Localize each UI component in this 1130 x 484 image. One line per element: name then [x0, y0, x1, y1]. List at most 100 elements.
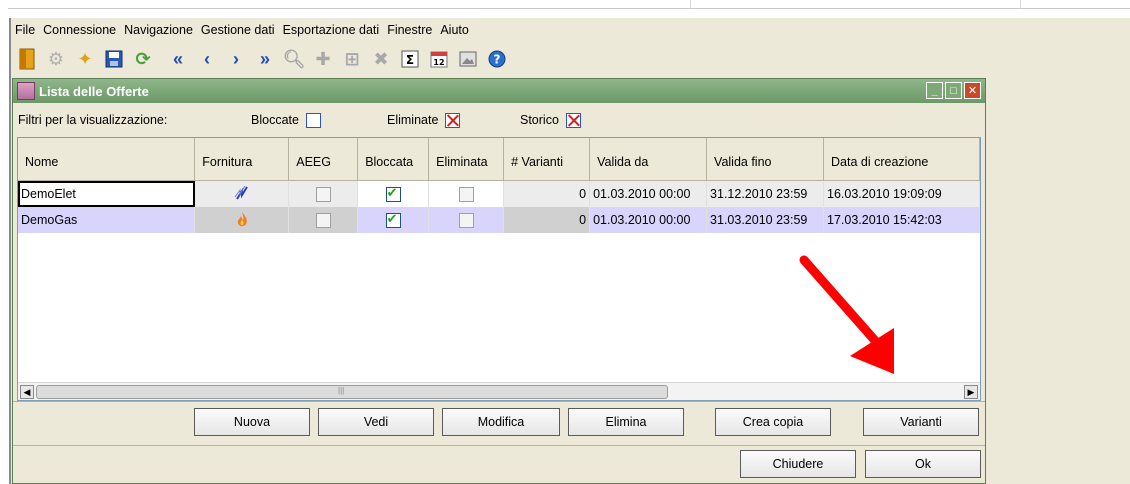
menu-aiuto[interactable]: Aiuto: [440, 23, 469, 37]
cell-varianti[interactable]: 0: [503, 180, 591, 207]
nuova-button[interactable]: Nuova: [194, 408, 310, 436]
column-header-nome[interactable]: Nome: [18, 138, 196, 181]
column-header-bloccata[interactable]: Bloccata: [357, 138, 430, 181]
first-icon[interactable]: «: [166, 47, 190, 71]
varianti-button[interactable]: Varianti: [863, 408, 979, 436]
cell-aeeg[interactable]: [288, 207, 359, 233]
cell-aeeg[interactable]: [288, 180, 359, 207]
cell-data-creazione[interactable]: 16.03.2010 19:09:09: [823, 180, 980, 207]
scrollbar-thumb[interactable]: [36, 385, 668, 399]
scroll-left-icon[interactable]: ◀: [20, 385, 34, 399]
filter-bloccate-checkbox[interactable]: [305, 112, 321, 128]
gas-flame-icon: [194, 207, 290, 233]
menu-connessione[interactable]: Connessione: [43, 23, 116, 37]
cell-bloccata[interactable]: [357, 207, 430, 233]
cell-eliminata[interactable]: [428, 207, 505, 233]
filter-eliminate-label: Eliminate: [387, 113, 439, 127]
eliminata-checkbox[interactable]: [458, 212, 474, 228]
filter-storico[interactable]: Storico: [520, 112, 581, 128]
menu-navigazione[interactable]: Navigazione: [124, 23, 193, 37]
connect-icon[interactable]: ⚙: [44, 47, 68, 71]
window-title: Lista delle Offerte: [39, 83, 149, 99]
ok-button[interactable]: Ok: [865, 450, 981, 478]
cell-valida-da[interactable]: 01.03.2010 00:00: [589, 180, 708, 207]
bloccata-checkbox[interactable]: [385, 211, 401, 228]
elimina-button[interactable]: Elimina: [568, 408, 684, 436]
calendar-icon[interactable]: 12: [427, 47, 451, 71]
dialog-buttons-row: Chiudere Ok: [13, 445, 985, 484]
image-icon[interactable]: [456, 47, 480, 71]
filter-storico-checkbox[interactable]: [565, 112, 581, 128]
menu-esportazione-dati[interactable]: Esportazione dati: [283, 23, 380, 37]
sum-icon[interactable]: Σ: [398, 47, 422, 71]
next-icon[interactable]: ›: [224, 47, 248, 71]
aeeg-checkbox[interactable]: [315, 212, 331, 228]
horizontal-scrollbar[interactable]: ◀ ||| ▶: [18, 382, 980, 400]
cell-valida-fino[interactable]: 31.03.2010 23:59: [706, 207, 825, 233]
filter-bloccate-label: Bloccate: [251, 113, 299, 127]
maximize-button[interactable]: □: [945, 82, 962, 99]
bloccata-checkbox[interactable]: [385, 185, 401, 202]
cell-valida-fino[interactable]: 31.12.2010 23:59: [706, 180, 825, 207]
filters-label: Filtri per la visualizzazione:: [18, 113, 168, 127]
cell-nome[interactable]: DemoElet: [18, 180, 196, 207]
table-row[interactable]: DemoGas 0 01.03.2010 00:00 31.03.2010 23…: [18, 207, 980, 233]
last-icon[interactable]: »: [253, 47, 277, 71]
exit-icon[interactable]: [15, 47, 39, 71]
column-header-fornitura[interactable]: Fornitura: [194, 138, 290, 181]
table-row[interactable]: DemoElet 0 01.03.2010 00:00 31.12.2010 2…: [18, 180, 980, 207]
modifica-button[interactable]: Modifica: [442, 408, 560, 436]
cell-data-creazione[interactable]: 17.03.2010 15:42:03: [823, 207, 980, 233]
cell-valida-da[interactable]: 01.03.2010 00:00: [589, 207, 708, 233]
plugin-icon[interactable]: ✦: [73, 47, 97, 71]
help-icon[interactable]: ?: [485, 47, 509, 71]
menu-finestre[interactable]: Finestre: [387, 23, 432, 37]
save-icon[interactable]: [102, 47, 126, 71]
filters-bar: Filtri per la visualizzazione: Bloccate …: [13, 105, 985, 135]
scroll-right-icon[interactable]: ▶: [964, 385, 978, 399]
cell-varianti[interactable]: 0: [503, 207, 591, 233]
crea-copia-button[interactable]: Crea copia: [715, 408, 831, 436]
application-window: File Connessione Navigazione Gestione da…: [9, 18, 1130, 484]
cell-nome[interactable]: DemoGas: [18, 207, 196, 233]
toolbar: ⚙ ✦ ⟳ « ‹ › » 🔍︎ ✚ ⊞ ✖ Σ 12 ?: [11, 44, 1130, 74]
close-button[interactable]: ✕: [964, 82, 981, 99]
chiudere-button[interactable]: Chiudere: [740, 450, 856, 478]
svg-text:12: 12: [433, 58, 444, 67]
column-header-valida-da[interactable]: Valida da: [589, 138, 708, 181]
filter-eliminate-checkbox[interactable]: [445, 112, 461, 128]
refresh-icon[interactable]: ⟳: [131, 47, 155, 71]
window-title-bar[interactable]: Lista delle Offerte _ □ ✕: [13, 79, 985, 103]
column-header-data-creazione[interactable]: Data di creazione: [823, 138, 980, 181]
electricity-icon: [194, 180, 290, 207]
menu-gestione-dati[interactable]: Gestione dati: [201, 23, 275, 37]
column-header-eliminata[interactable]: Eliminata: [428, 138, 505, 181]
annotation-arrow: [799, 255, 894, 374]
delete-icon[interactable]: ✖: [369, 47, 393, 71]
minimize-button[interactable]: _: [926, 82, 943, 99]
search-icon[interactable]: 🔍︎: [282, 47, 306, 71]
merge-icon[interactable]: ⊞: [340, 47, 364, 71]
menu-file[interactable]: File: [15, 23, 35, 37]
aeeg-checkbox[interactable]: [315, 186, 331, 202]
previous-icon[interactable]: ‹: [195, 47, 219, 71]
filter-bloccate[interactable]: Bloccate: [251, 112, 321, 128]
vedi-button[interactable]: Vedi: [318, 408, 434, 436]
cell-eliminata[interactable]: [428, 180, 505, 207]
column-header-aeeg[interactable]: AEEG: [288, 138, 359, 181]
filter-storico-label: Storico: [520, 113, 559, 127]
filter-eliminate[interactable]: Eliminate: [387, 112, 461, 128]
window-icon: [17, 82, 35, 100]
menu-bar: File Connessione Navigazione Gestione da…: [11, 18, 1130, 42]
cell-bloccata[interactable]: [357, 180, 430, 207]
scrollbar-grip: |||: [338, 386, 345, 395]
column-header-varianti[interactable]: # Varianti: [503, 138, 591, 181]
svg-text:Σ: Σ: [406, 53, 414, 67]
add-icon[interactable]: ✚: [311, 47, 335, 71]
table-header: Nome Fornitura AEEG Bloccata Eliminata #…: [18, 138, 980, 181]
eliminata-checkbox[interactable]: [458, 186, 474, 202]
top-border: [0, 0, 1130, 10]
action-buttons-row: Nuova Vedi Modifica Elimina Crea copia V…: [13, 401, 985, 446]
column-header-valida-fino[interactable]: Valida fino: [706, 138, 825, 181]
svg-text:?: ?: [494, 53, 501, 67]
